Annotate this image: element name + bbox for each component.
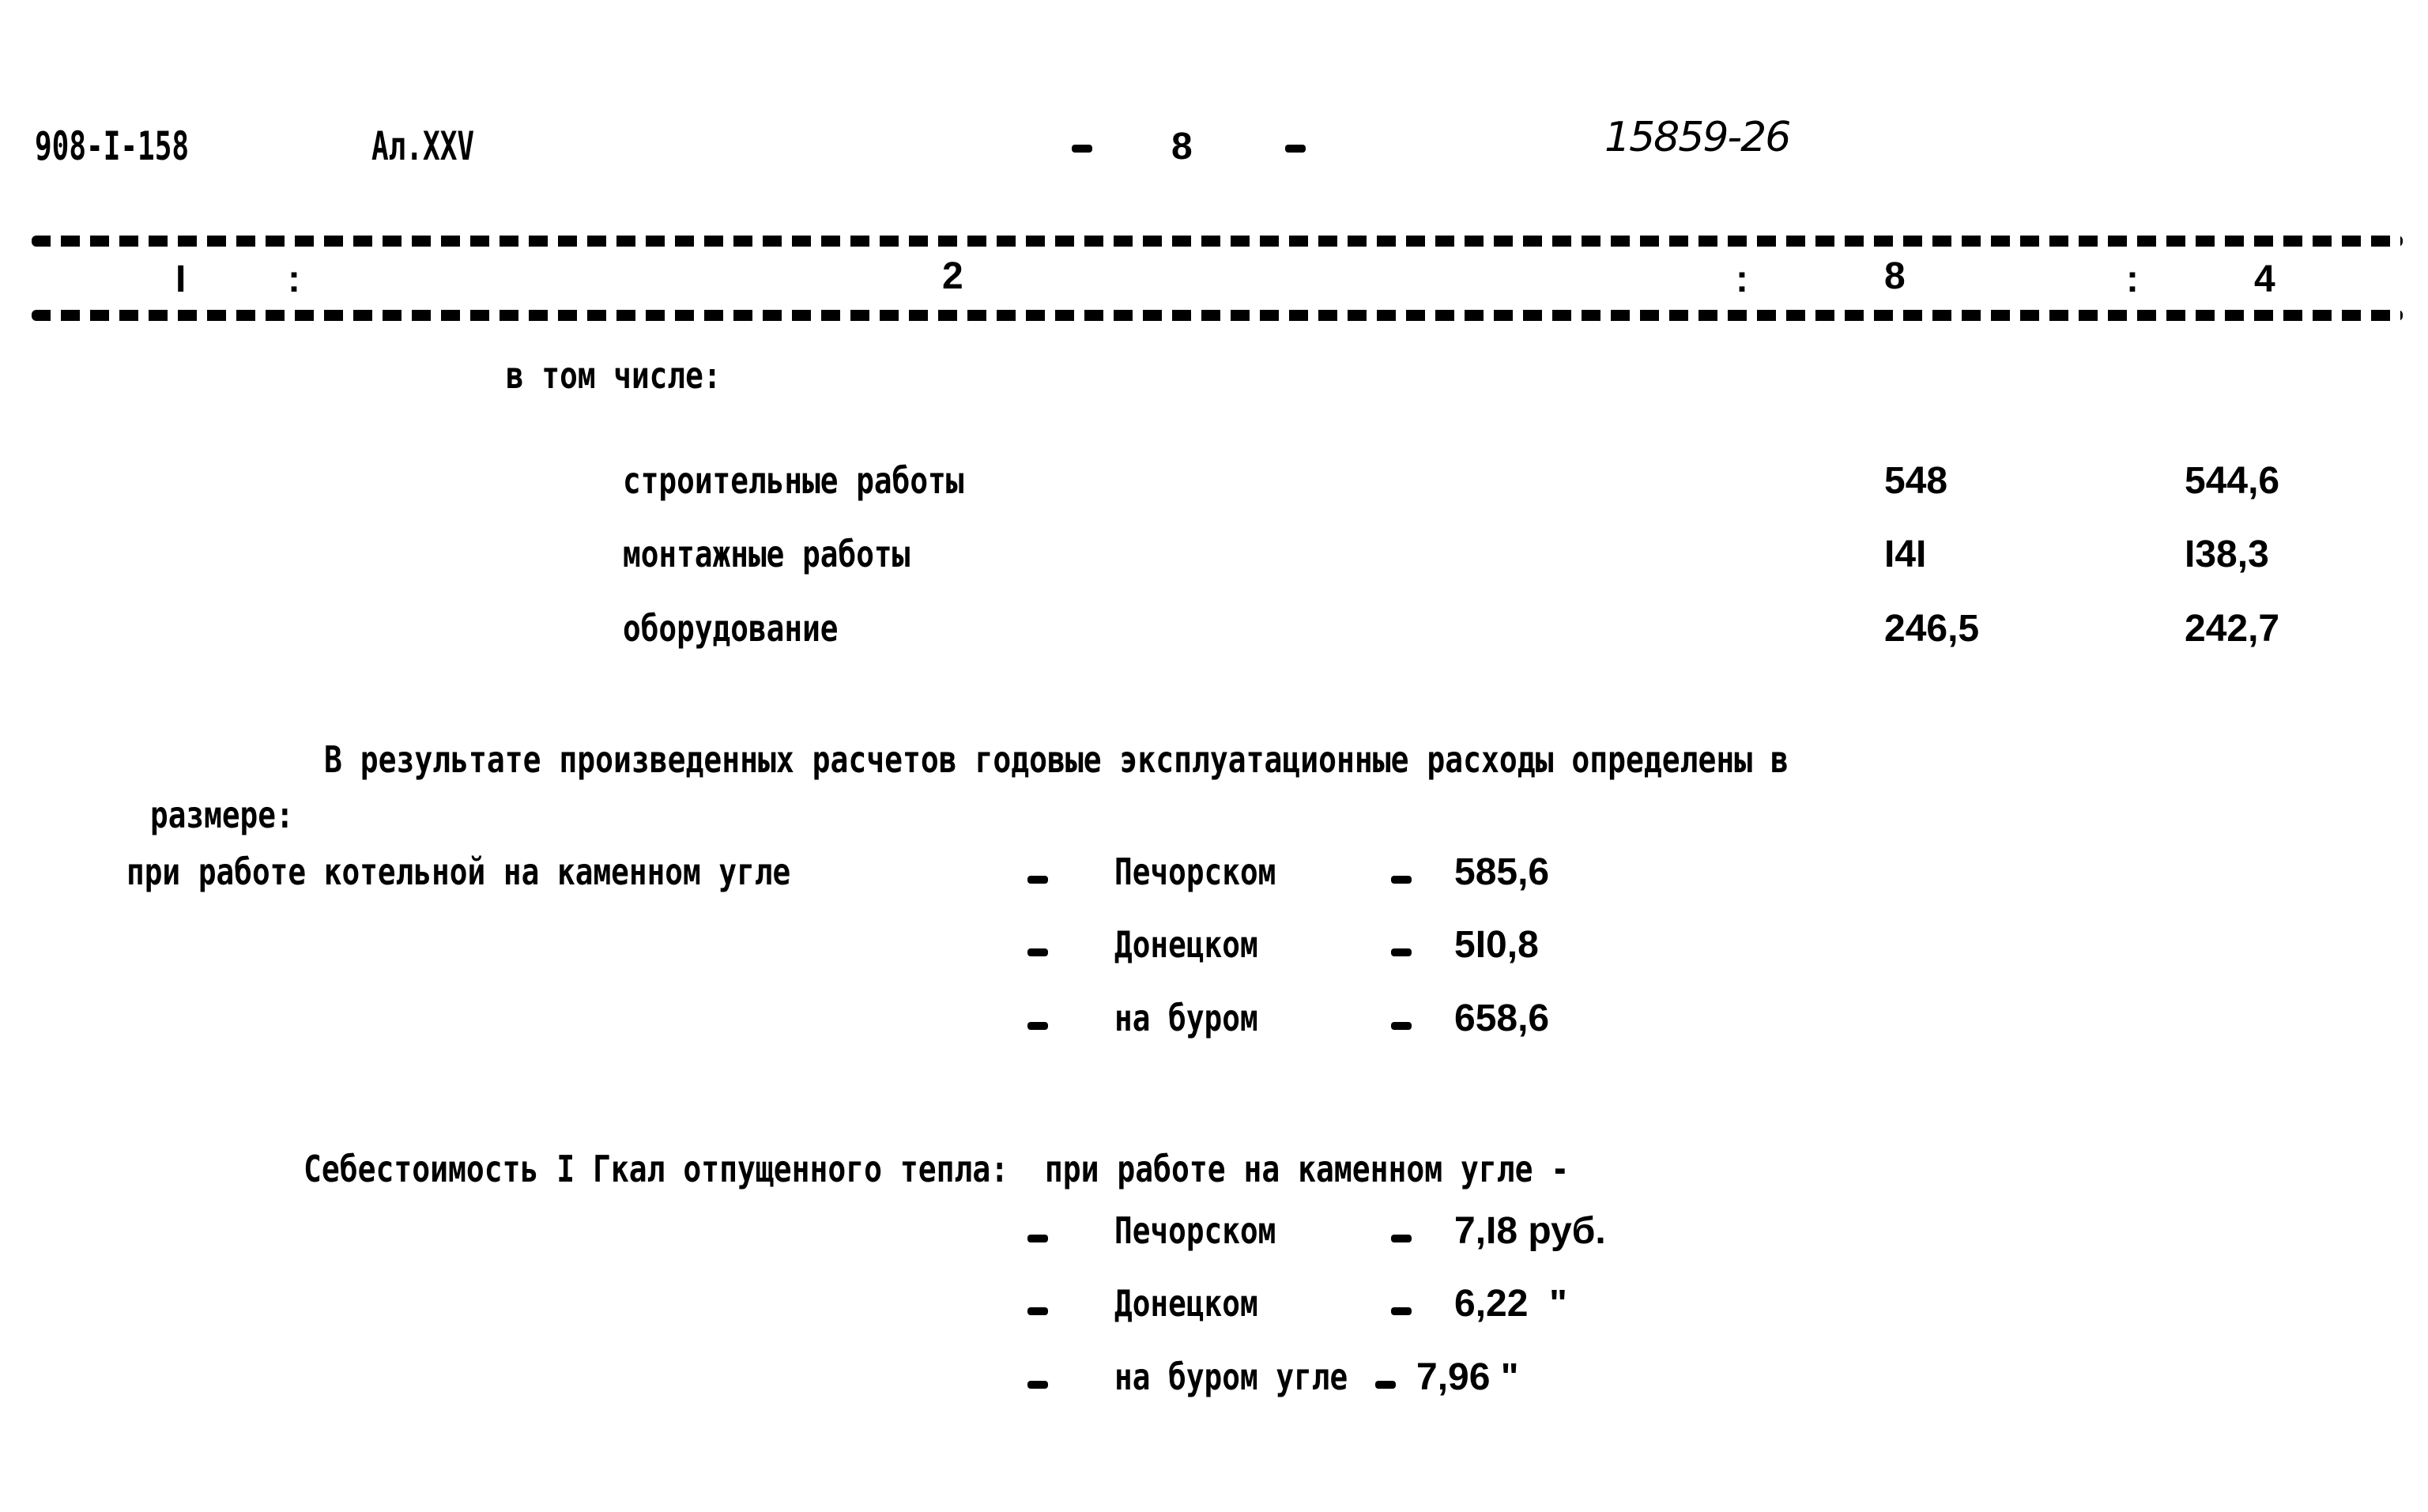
album-number: Ал.XXV xyxy=(371,123,475,169)
breakdown-row-col4: I38,3 xyxy=(2185,534,2269,575)
list-dash xyxy=(1391,1022,1412,1030)
handwritten-reference: 15859-26 xyxy=(1604,114,1791,161)
unit-cost-value: 7,I8 руб. xyxy=(1454,1210,1606,1252)
annual-costs-lead: при работе котельной на каменном угле xyxy=(126,850,791,893)
column-header-4: 4 xyxy=(2254,258,2275,300)
unit-cost-lead: Себестоимость I Гкал отпущенного тепла: … xyxy=(304,1148,1570,1190)
breakdown-row-col3: 246,5 xyxy=(1884,608,1980,650)
document-code: 908-I-158 xyxy=(35,123,190,169)
breakdown-row-col3: 548 xyxy=(1884,460,1948,502)
breakdown-row-label: оборудование xyxy=(623,607,839,650)
breakdown-intro: в том числе: xyxy=(506,354,722,397)
annual-cost-fuel: на буром xyxy=(1114,997,1258,1039)
breakdown-row-label: монтажные работы xyxy=(623,533,910,575)
table-bottom-rule xyxy=(32,310,2403,321)
list-dash xyxy=(1391,948,1412,956)
list-dash xyxy=(1027,948,1048,956)
column-header-2: 2 xyxy=(942,255,963,297)
unit-cost-value: 6,22 " xyxy=(1454,1283,1567,1325)
breakdown-row-col4: 544,6 xyxy=(2185,460,2280,502)
column-separator: : xyxy=(1736,258,1748,300)
list-dash xyxy=(1027,1022,1048,1030)
list-dash xyxy=(1027,876,1048,884)
list-dash xyxy=(1375,1381,1396,1389)
page-number-dash-left xyxy=(1072,145,1092,153)
breakdown-row-col4: 242,7 xyxy=(2185,608,2280,650)
breakdown-row-label: строительные работы xyxy=(623,459,964,502)
unit-cost-fuel: Донецком xyxy=(1114,1282,1258,1325)
annual-cost-fuel: Печорском xyxy=(1114,850,1276,893)
list-dash xyxy=(1391,1235,1412,1242)
annual-costs-paragraph-line2: размере: xyxy=(150,794,294,836)
annual-cost-fuel: Донецком xyxy=(1114,923,1258,966)
table-top-rule xyxy=(32,236,2403,247)
column-separator: : xyxy=(2126,258,2139,300)
breakdown-row-col3: I4I xyxy=(1884,534,1927,575)
page-number: 8 xyxy=(1171,126,1193,168)
annual-cost-value: 585,6 xyxy=(1454,851,1550,893)
column-header-3: 8 xyxy=(1884,255,1906,297)
list-dash xyxy=(1391,1307,1412,1315)
list-dash xyxy=(1391,876,1412,884)
list-dash xyxy=(1027,1381,1048,1389)
unit-cost-fuel: на буром угле xyxy=(1114,1356,1348,1398)
column-header-1: I xyxy=(175,258,187,300)
annual-costs-paragraph-line1: В результате произведенных расчетов годо… xyxy=(324,738,1789,781)
list-dash xyxy=(1027,1307,1048,1315)
unit-cost-fuel: Печорском xyxy=(1114,1209,1276,1252)
unit-cost-value: 7,96 " xyxy=(1416,1356,1519,1398)
list-dash xyxy=(1027,1235,1048,1242)
page-number-dash-right xyxy=(1285,145,1306,153)
column-separator: : xyxy=(288,258,300,300)
annual-cost-value: 658,6 xyxy=(1454,997,1550,1039)
annual-cost-value: 5I0,8 xyxy=(1454,924,1539,966)
